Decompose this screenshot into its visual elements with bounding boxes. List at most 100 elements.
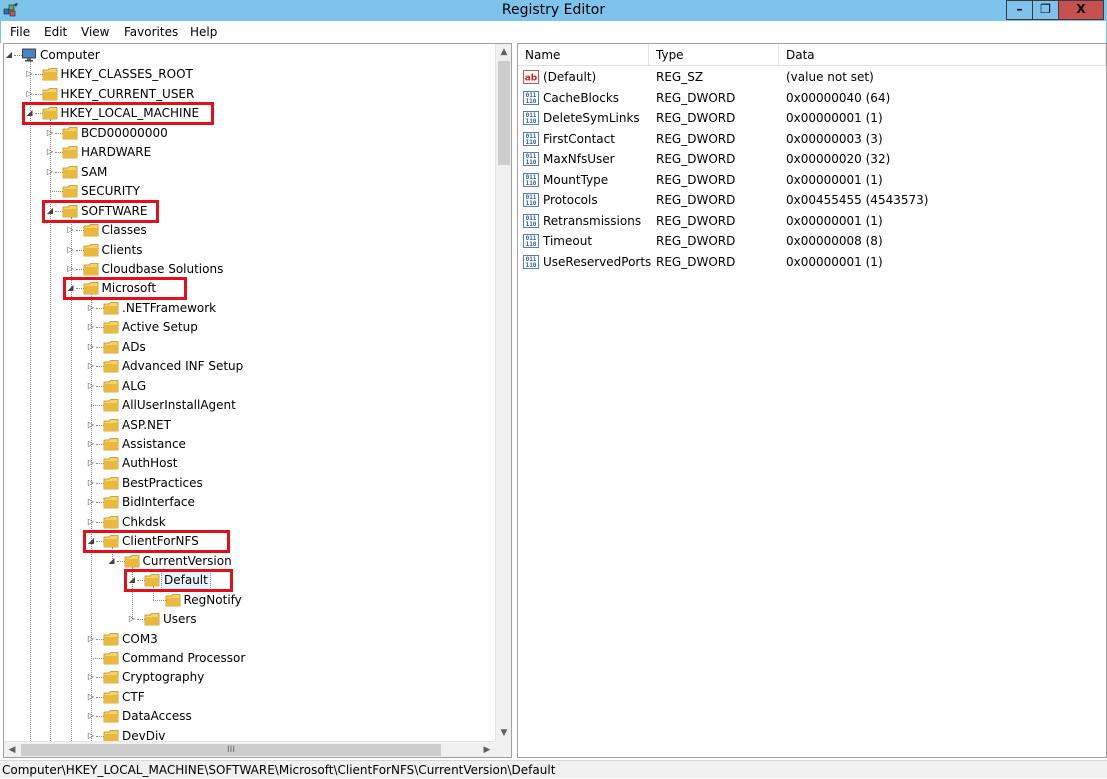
tree-item-asp-net[interactable]: ▷ ASP.NET [4,416,495,435]
tree-item-hardware[interactable]: ▷ HARDWARE [4,143,495,162]
value-row-cacheblocks[interactable]: 011 110 CacheBlocks REG_DWORD 0x00000040 (64… [518,88,1106,108]
key-tree-pane[interactable]: ◢ Computer ▷ HKEY_CLASSES_ROOT ▷ HKEY_CURRENT… [3,43,512,758]
tree-item-devdiv[interactable]: ▷ DevDiv [4,727,495,741]
collapsed-arrow-icon[interactable]: ▷ [86,672,96,682]
tree-item-authhost[interactable]: ▷ AuthHost [4,454,495,473]
collapsed-arrow-icon[interactable]: ▷ [25,89,35,99]
tree-item-currentversion[interactable]: ◢ CurrentVersion [4,552,495,571]
values-pane[interactable]: Name Type Data ab (Default) REG_SZ (value n… [517,43,1107,758]
tree-item-regnotify[interactable]: RegNotify [4,591,495,610]
value-type-cell: REG_DWORD [656,131,736,146]
collapsed-arrow-icon[interactable]: ▷ [86,497,96,507]
title-bar[interactable]: Registry Editor – ❐ X [0,0,1107,21]
scroll-left-icon[interactable]: ◀ [4,742,20,757]
collapsed-arrow-icon[interactable]: ▷ [86,322,96,332]
menu-view[interactable]: View [81,24,109,40]
tree-item-alg[interactable]: ▷ ALG [4,377,495,396]
scroll-down-icon[interactable]: ▼ [496,725,511,741]
highlight-box [124,569,234,593]
horizontal-scroll-thumb[interactable]: III [21,744,441,756]
collapsed-arrow-icon[interactable]: ▷ [45,147,55,157]
tree-item-sam[interactable]: ▷ SAM [4,163,495,182]
menu-edit[interactable]: Edit [44,24,67,40]
tree-item-command-processor[interactable]: Command Processor [4,649,495,668]
menu-favorites[interactable]: Favorites [124,24,178,40]
column-header-type[interactable]: Type [649,44,779,66]
value-row-timeout[interactable]: 011 110 Timeout REG_DWORD 0x00000008 (8) [518,231,1106,251]
value-row-maxnfsuser[interactable]: 011 110 MaxNfsUser REG_DWORD 0x00000020 (32) [518,149,1106,169]
tree-item-assistance[interactable]: ▷ Assistance [4,435,495,454]
collapsed-arrow-icon[interactable]: ▷ [45,128,55,138]
tree-item-computer[interactable]: ◢ Computer [4,46,495,65]
collapsed-arrow-icon[interactable]: ▷ [86,420,96,430]
tree-item-clientfornfs[interactable]: ◢ ClientForNFS [4,532,495,551]
collapsed-arrow-icon[interactable]: ▷ [25,69,35,79]
tree-item-hkey-classes-root[interactable]: ▷ HKEY_CLASSES_ROOT [4,65,495,84]
folder-icon [103,301,119,315]
tree-item-classes[interactable]: ▷ Classes [4,221,495,240]
tree-item-users[interactable]: ▷ Users [4,610,495,629]
collapsed-arrow-icon[interactable]: ▷ [86,361,96,371]
value-row-mounttype[interactable]: 011 110 MountType REG_DWORD 0x00000001 (1) [518,170,1106,190]
menu-file[interactable]: File [10,24,30,40]
tree-item-hkey-current-user[interactable]: ▷ HKEY_CURRENT_USER [4,85,495,104]
tree-item-label: .NETFramework [122,300,217,315]
collapsed-arrow-icon[interactable]: ▷ [86,342,96,352]
tree-item-bidinterface[interactable]: ▷ BidInterface [4,493,495,512]
column-header-name[interactable]: Name [518,44,649,66]
collapsed-arrow-icon[interactable]: ▷ [127,614,137,624]
value-type-cell: REG_SZ [656,70,704,84]
tree-item-security[interactable]: SECURITY [4,182,495,201]
tree-item-active-setup[interactable]: ▷ Active Setup [4,318,495,337]
collapsed-arrow-icon[interactable]: ▷ [66,245,76,255]
vertical-scroll-thumb[interactable] [498,61,510,165]
collapsed-arrow-icon[interactable]: ▷ [66,225,76,235]
tree-item-default[interactable]: ◢ Default [4,571,495,591]
scroll-up-icon[interactable]: ▲ [496,44,511,60]
collapsed-arrow-icon[interactable]: ▷ [86,711,96,721]
collapsed-arrow-icon[interactable]: ▷ [86,634,96,644]
tree-item-alluserinstallagent[interactable]: AllUserInstallAgent [4,396,495,415]
collapsed-arrow-icon[interactable]: ▷ [86,439,96,449]
binary-value-icon: 011 110 [523,254,539,269]
restore-button[interactable]: ❐ [1032,0,1059,20]
tree-item-cryptography[interactable]: ▷ Cryptography [4,668,495,687]
tree-item-netframework[interactable]: ▷ .NETFramework [4,299,495,318]
collapsed-arrow-icon[interactable]: ▷ [45,167,55,177]
column-header-data[interactable]: Data [779,44,1106,66]
expanded-arrow-icon[interactable]: ◢ [107,556,117,566]
tree-horizontal-scrollbar[interactable]: ◀ III ▶ [4,741,495,757]
window-title: Registry Editor [501,2,606,18]
expanded-arrow-icon[interactable]: ◢ [4,50,14,60]
binary-value-icon: 011 110 [523,111,539,125]
scroll-right-icon[interactable]: ▶ [479,742,495,757]
value-row-deletesymlinks[interactable]: 011 110 DeleteSymLinks REG_DWORD 0x00000001 … [518,108,1106,128]
tree-item-clients[interactable]: ▷ Clients [4,241,495,260]
collapsed-arrow-icon[interactable]: ▷ [66,264,76,274]
tree-item-advanced-inf-setup[interactable]: ▷ Advanced INF Setup [4,357,495,376]
tree-item-ads[interactable]: ▷ ADs [4,338,495,357]
collapsed-arrow-icon[interactable]: ▷ [86,458,96,468]
tree-vertical-scrollbar[interactable]: ▲ ▼ [495,44,511,741]
tree-item-ctf[interactable]: ▷ CTF [4,688,495,707]
close-button[interactable]: X [1058,0,1104,20]
tree-item-com3[interactable]: ▷ COM3 [4,630,495,649]
collapsed-arrow-icon[interactable]: ▷ [86,731,96,741]
value-row-firstcontact[interactable]: 011 110 FirstContact REG_DWORD 0x00000003 (3… [518,129,1106,149]
value-row-protocols[interactable]: 011 110 Protocols REG_DWORD 0x00455455 (4543… [518,190,1106,210]
value-row-usereservedports[interactable]: 011 110 UseReservedPorts REG_DWORD 0x0000000… [518,252,1106,272]
collapsed-arrow-icon[interactable]: ▷ [86,303,96,313]
value-row-retransmissions[interactable]: 011 110 Retransmissions REG_DWORD 0x00000001… [518,211,1106,231]
tree-item-bcd00000000[interactable]: ▷ BCD00000000 [4,124,495,143]
value-row-default[interactable]: ab (Default) REG_SZ (value not set) [518,67,1106,87]
tree-item-chkdsk[interactable]: ▷ Chkdsk [4,513,495,532]
minimize-button[interactable]: – [1006,0,1033,20]
tree-item-cloudbase-solutions[interactable]: ▷ Cloudbase Solutions [4,260,495,279]
menu-help[interactable]: Help [190,24,217,40]
collapsed-arrow-icon[interactable]: ▷ [86,692,96,702]
tree-item-bestpractices[interactable]: ▷ BestPractices [4,474,495,493]
collapsed-arrow-icon[interactable]: ▷ [86,478,96,488]
collapsed-arrow-icon[interactable]: ▷ [86,517,96,527]
tree-item-dataaccess[interactable]: ▷ DataAccess [4,707,495,726]
collapsed-arrow-icon[interactable]: ▷ [86,381,96,391]
